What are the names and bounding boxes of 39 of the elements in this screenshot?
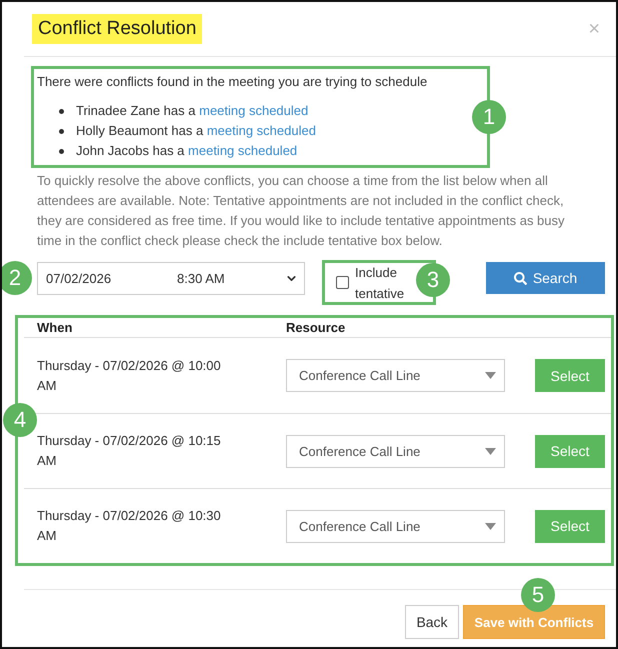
callout-number: 3 bbox=[416, 263, 450, 297]
caret-icon bbox=[485, 372, 496, 379]
callout-number: 1 bbox=[472, 100, 506, 134]
meeting-link[interactable]: meeting scheduled bbox=[199, 103, 308, 118]
select-button[interactable]: Select bbox=[535, 510, 605, 542]
bullet-icon bbox=[59, 148, 64, 154]
include-tentative-checkbox[interactable] bbox=[336, 276, 349, 289]
bullet-icon bbox=[59, 128, 64, 134]
conflict-intro-text: There were conflicts found in the meeting you are trying to schedule bbox=[37, 73, 428, 91]
callout-number: 4 bbox=[3, 403, 37, 437]
time-slot-text: Thursday - 07/02/2026 @ 10:30 AM bbox=[36, 507, 222, 545]
search-icon bbox=[514, 272, 527, 284]
resource-select[interactable]: Conference Call Line bbox=[286, 434, 505, 468]
conflict-message: Trinadee Zane has a meeting scheduled bbox=[76, 102, 308, 120]
search-button[interactable]: Search bbox=[486, 262, 605, 294]
caret-icon bbox=[485, 448, 496, 454]
resource-select[interactable]: Conference Call Line bbox=[286, 359, 505, 392]
checkbox-label: Include tentative bbox=[355, 264, 406, 302]
select-button[interactable]: Select bbox=[535, 434, 605, 468]
help-text: To quickly resolve the above conflicts, you can choose a time from the list below when all attendees are available. Note: Tentative appointments are not included in the conflict check, they are considered as free time. If you would like to include tentative appointments as busy time in the conflict check please check the include tentative box below. bbox=[37, 172, 566, 250]
time-slot-text: Thursday - 07/02/2026 @ 10:15 AM bbox=[36, 432, 222, 470]
back-button[interactable]: Back bbox=[405, 605, 459, 639]
conflict-message: John Jacobs has a meeting scheduled bbox=[76, 142, 298, 160]
conflict-message: Holly Beaumont has a meeting scheduled bbox=[76, 122, 316, 140]
meeting-link[interactable]: meeting scheduled bbox=[188, 143, 298, 158]
column-header: When bbox=[37, 320, 72, 335]
callout-number: 2 bbox=[2, 261, 32, 295]
close-button[interactable]: × bbox=[584, 19, 604, 39]
date-time-select[interactable]: 07/02/2026 8:30 AM bbox=[37, 262, 305, 295]
caret-icon bbox=[485, 522, 496, 530]
callout-number: 5 bbox=[521, 578, 555, 612]
bullet-icon bbox=[59, 108, 64, 114]
resource-select[interactable]: Conference Call Line bbox=[286, 510, 505, 542]
meeting-link[interactable]: meeting scheduled bbox=[206, 123, 316, 138]
dialog-title: Conflict Resolution bbox=[32, 14, 202, 44]
time-slot-text: Thursday - 07/02/2026 @ 10:00 AM bbox=[36, 356, 222, 394]
select-button[interactable]: Select bbox=[535, 359, 605, 392]
save-with-conflicts-button[interactable]: Save with Conflicts bbox=[463, 605, 605, 639]
column-header: Resource bbox=[286, 320, 346, 335]
